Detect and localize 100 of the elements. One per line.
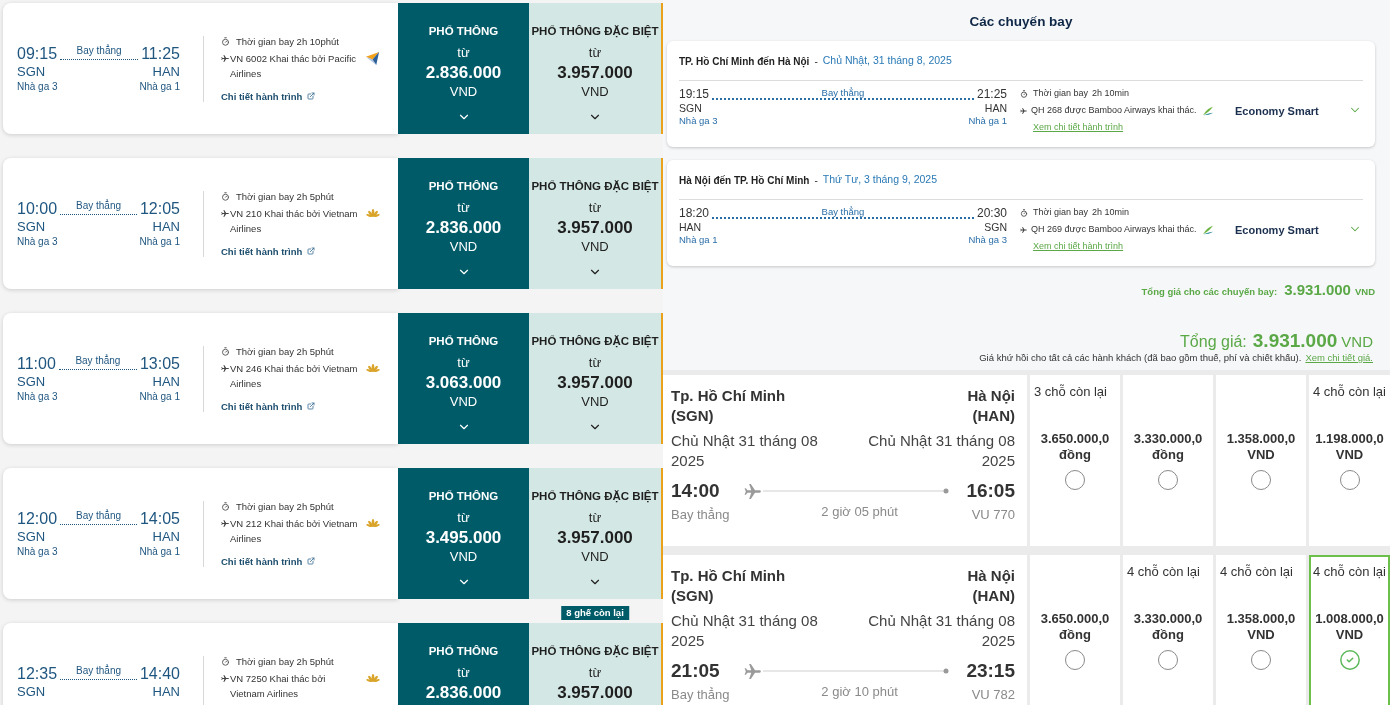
arrival-date: Chủ Nhật 31 tháng 08 2025 <box>867 611 1015 651</box>
nonstop-label: Bay thẳng <box>671 687 730 703</box>
departure-time: 12:00 <box>17 509 58 529</box>
currency-label: VND <box>449 394 478 410</box>
fare-class-label: Economy Smart <box>1235 104 1319 118</box>
fare-option-cell[interactable]: 3 chỗ còn lại 3.650.000,0 đồng <box>1030 375 1120 546</box>
cabin-class-title: PHỔ THÔNG ĐẶC BIỆT <box>531 24 659 39</box>
stopwatch-icon <box>221 191 230 201</box>
seats-left-label: 3 chỗ còn lại <box>1034 384 1107 399</box>
nonstop-label: Bay thẳng <box>75 355 121 367</box>
flight-duration: 2 giờ 10 phút <box>821 684 898 700</box>
arrival-time: 16:05 <box>966 478 1015 503</box>
from-label: từ <box>457 355 470 371</box>
fare-price: 3.330.000,0 <box>1133 431 1203 447</box>
fare-option[interactable]: PHỔ THÔNG từ 3.495.000 VND <box>398 468 529 599</box>
currency-label: đồng <box>1152 627 1184 643</box>
fare-option-cell[interactable]: 4 chỗ còn lại 3.330.000,0 đồng <box>1123 555 1213 705</box>
fare-option-cell[interactable]: 1.358.000,0 VND <box>1216 375 1306 546</box>
plane-icon <box>743 663 761 679</box>
plane-icon <box>221 54 229 62</box>
radio-button[interactable] <box>1065 470 1085 490</box>
fare-price: 1.358.000,0 <box>1226 611 1296 627</box>
origin-city: Tp. Hồ Chí Minh <box>671 566 787 586</box>
lotus-logo-icon <box>365 362 382 373</box>
radio-checked-icon[interactable] <box>1338 649 1361 671</box>
fare-price: 3.063.000 <box>425 373 502 393</box>
departure-date: Chủ Nhật 31 tháng 08 2025 <box>671 431 819 471</box>
flight-operator: VN 6002 Khai thác bởi Pacific Airlines <box>230 51 358 81</box>
itinerary-link[interactable]: Chi tiết hành trình <box>221 244 316 258</box>
stopwatch-icon <box>1020 208 1028 217</box>
fare-option-cell[interactable]: 3.330.000,0 đồng <box>1123 375 1213 546</box>
fare-option-cell[interactable]: 3.650.000,0 đồng <box>1030 555 1120 705</box>
currency-label: đồng <box>1059 627 1091 643</box>
fare-option[interactable]: PHỔ THÔNG ĐẶC BIỆT từ 3.957.000 VND <box>529 313 661 444</box>
arrival-date: Chủ Nhật 31 tháng 08 2025 <box>867 431 1015 471</box>
departure-time: 18:20 <box>679 206 710 221</box>
arrival-terminal: Nhà ga 1 <box>968 114 1007 127</box>
fare-option[interactable]: PHỔ THÔNG ĐẶC BIỆT từ 3.957.000 VND <box>529 468 661 599</box>
arrival-time: 14:05 <box>139 509 180 529</box>
currency-label: VND <box>449 239 478 255</box>
stopwatch-icon <box>221 501 230 511</box>
arrival-airport-code: HAN <box>152 529 180 545</box>
currency-label: VND <box>449 84 478 100</box>
plane-icon <box>1020 107 1027 114</box>
route-title: Hà Nội đến TP. Hồ Chí Minh <box>679 173 810 188</box>
subtotal-currency: VND <box>1354 285 1375 299</box>
from-label: từ <box>588 200 602 216</box>
fare-option[interactable]: PHỔ THÔNG từ 3.063.000 VND <box>398 313 529 444</box>
itinerary-link[interactable]: Chi tiết hành trình <box>221 399 316 413</box>
departure-airport-code: SGN <box>17 374 46 390</box>
cabin-class-title: PHỔ THÔNG <box>428 179 499 194</box>
departure-terminal: Nhà ga 3 <box>17 390 58 403</box>
radio-button[interactable] <box>1158 470 1178 490</box>
departure-airport-code: SGN <box>17 529 46 545</box>
flight-operator: QH 268 được Bamboo Airways khai thác. <box>1031 103 1197 117</box>
arrival-airport-code: HAN <box>984 102 1007 114</box>
radio-button[interactable] <box>1158 650 1178 670</box>
arrival-time: 21:25 <box>976 87 1007 102</box>
airline-logo-icon <box>365 50 381 66</box>
fare-option[interactable]: PHỔ THÔNG từ 2.836.000 VND <box>398 3 529 134</box>
itinerary-link[interactable]: Chi tiết hành trình <box>221 89 316 103</box>
cabin-class-title: PHỔ THÔNG ĐẶC BIỆT <box>531 179 659 194</box>
nonstop-label: Bay thẳng <box>76 45 122 57</box>
radio-button[interactable] <box>1065 650 1085 670</box>
radio-button[interactable] <box>1251 650 1271 670</box>
currency-label: VND <box>581 394 609 410</box>
flight-duration: 2h 10min <box>1091 86 1129 100</box>
plane-icon <box>221 209 229 217</box>
arrival-time: 20:30 <box>976 206 1007 221</box>
currency-label: VND <box>581 549 609 565</box>
origin-code: (SGN) <box>671 406 715 426</box>
fare-option[interactable]: PHỔ THÔNG ĐẶC BIỆT từ 3.957.000 VND <box>529 158 661 289</box>
fare-option-cell[interactable]: 4 chỗ còn lại 1.008.000,0 VND <box>1309 555 1390 705</box>
plane-icon <box>221 364 229 372</box>
departure-time: 10:00 <box>17 199 58 219</box>
fare-price: 3.957.000 <box>557 63 633 83</box>
fare-option[interactable]: PHỔ THÔNG ĐẶC BIỆT từ 3.957.000 <box>529 623 661 705</box>
fare-option[interactable]: PHỔ THÔNG ĐẶC BIỆT từ 3.957.000 VND <box>529 3 661 134</box>
seats-left-badge: 8 ghế còn lại <box>561 606 629 620</box>
arrival-time: 14:40 <box>139 664 180 684</box>
flight-duration: Thời gian bay 2h 5phút <box>236 344 334 358</box>
arrival-airport-code: HAN <box>152 219 180 235</box>
fare-class-label: Economy Smart <box>1235 223 1319 237</box>
fare-option-cell[interactable]: 4 chỗ còn lại 1.358.000,0 VND <box>1216 555 1306 705</box>
stopwatch-icon <box>221 36 230 46</box>
fare-option-cell[interactable]: 4 chỗ còn lại 1.198.000,0 VND <box>1309 375 1390 546</box>
fare-price: 1.008.000,0 <box>1315 611 1384 627</box>
lotus-logo-icon <box>365 672 382 683</box>
flight-duration: 2 giờ 05 phút <box>821 504 898 520</box>
itinerary-link[interactable]: Chi tiết hành trình <box>221 554 316 568</box>
flight-duration: Thời gian bay 2h 5phút <box>236 654 334 668</box>
destination-code: (HAN) <box>972 406 1015 426</box>
departure-time: 21:05 <box>671 658 720 683</box>
radio-button[interactable] <box>1339 470 1360 490</box>
radio-button[interactable] <box>1251 470 1271 490</box>
currency-label: VND <box>1335 627 1364 643</box>
fare-option[interactable]: PHỔ THÔNG từ 2.836.000 <box>398 623 529 705</box>
fare-option[interactable]: PHỔ THÔNG từ 2.836.000 VND <box>398 158 529 289</box>
arrival-terminal: Nhà ga 1 <box>139 80 180 93</box>
from-label: từ <box>588 510 602 526</box>
